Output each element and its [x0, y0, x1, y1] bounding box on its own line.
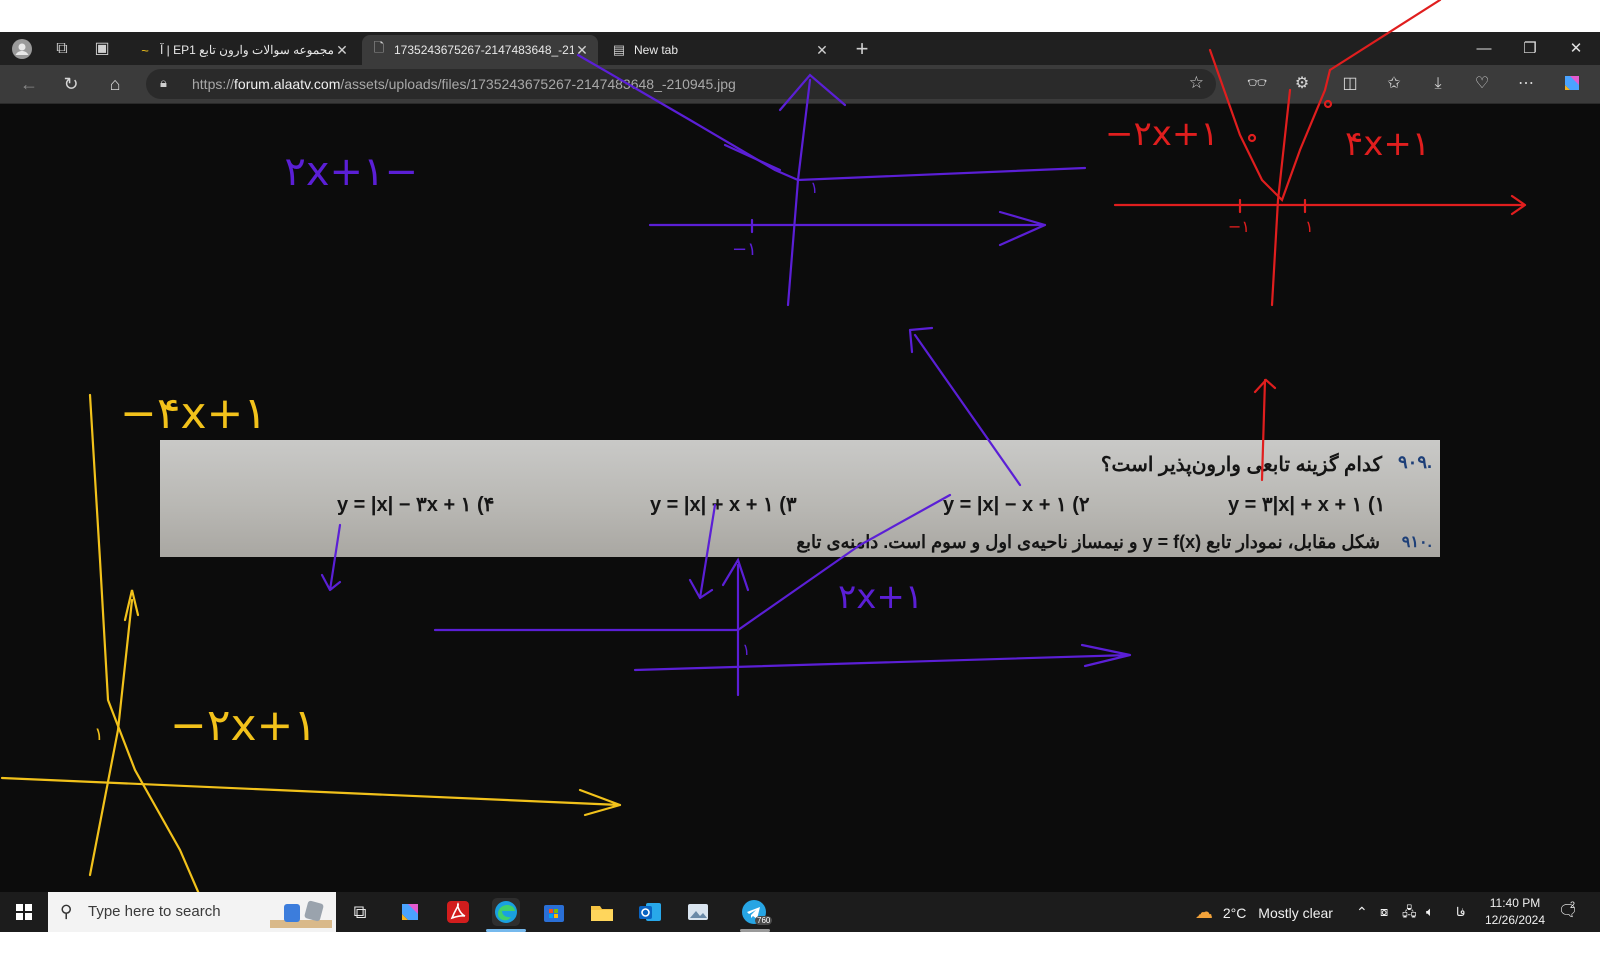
question-image: ۹۰۹. کدام گزینه تابعی وارون‌پذیر است؟ ۱)…	[160, 440, 1440, 557]
input-language[interactable]: فا	[1456, 892, 1465, 932]
tab-image[interactable]: 🗋 1735243675267-2147483648_-21... ✕	[362, 35, 598, 65]
vertical-tabs-icon[interactable]: ▣	[92, 39, 112, 59]
address-bar[interactable]: 🔒︎ https://forum.alaatv.com/assets/uploa…	[146, 69, 1216, 99]
notifications-icon[interactable]: 🗨︎ 2	[1558, 892, 1578, 932]
close-tab-icon[interactable]: ✕	[574, 42, 590, 59]
bottom-white-margin	[0, 932, 1600, 977]
search-icon: ⚲	[60, 902, 73, 921]
downloads-icon[interactable]: ⤓	[1424, 72, 1452, 96]
system-clock[interactable]: 11:40 PM 12/26/2024	[1480, 895, 1550, 929]
telegram-icon[interactable]: 760	[740, 898, 773, 932]
weather-moon-cloud-icon: ☁	[1195, 902, 1213, 922]
tab-title: New tab	[634, 43, 679, 57]
file-icon: 🗋	[373, 40, 385, 55]
newtab-icon: ▤	[612, 42, 626, 57]
notification-count-badge: 2	[1570, 900, 1576, 910]
weather-temperature: 2°C	[1222, 905, 1247, 921]
acrobat-icon[interactable]	[444, 898, 472, 926]
meet-now-icon[interactable]: ⧇	[1380, 892, 1388, 932]
browser-tab-bar: ⧉ ▣ ~ مجموعه سوالات وارون تابع EP1 | آل.…	[0, 32, 1600, 65]
edge-icon[interactable]	[486, 898, 526, 932]
tab-title: 1735243675267-2147483648_-21...	[394, 43, 574, 57]
clock-time: 11:40 PM	[1489, 896, 1541, 910]
photos-icon[interactable]	[684, 898, 712, 926]
windows-taskbar: ⚲ Type here to search ⧉ 760 ☁ 2°C Mostly	[0, 892, 1600, 932]
favorites-icon[interactable]: ✩	[1380, 72, 1408, 96]
taskbar-search-box[interactable]: ⚲ Type here to search	[48, 892, 336, 932]
browser-essentials-icon[interactable]: ♡	[1468, 72, 1496, 96]
close-tab-icon[interactable]: ✕	[814, 42, 830, 59]
question-title: کدام گزینه تابعی وارون‌پذیر است؟	[1100, 454, 1382, 476]
extensions-puzzle-icon[interactable]: ⚙	[1288, 72, 1316, 96]
new-tab-button[interactable]: +	[852, 38, 872, 60]
minimize-button[interactable]: —	[1462, 36, 1506, 62]
back-arrow-icon[interactable]: ←	[16, 72, 42, 96]
workspaces-icon[interactable]: ⧉	[52, 39, 72, 59]
option-1: ۱) y = ۳|x| + x + ۱	[1228, 494, 1386, 516]
search-placeholder: Type here to search	[88, 903, 221, 920]
url-domain: forum.alaatv.com	[234, 76, 341, 92]
task-view-icon[interactable]: ⧉	[346, 898, 374, 926]
refresh-icon[interactable]: ↻	[58, 72, 84, 96]
windows-start-button[interactable]	[0, 892, 48, 932]
volume-icon[interactable]: 🔈︎	[1426, 892, 1434, 932]
show-hidden-icons-chevron-icon[interactable]: ⌃	[1356, 892, 1368, 932]
weather-description: Mostly clear	[1258, 905, 1333, 921]
profile-avatar-icon[interactable]	[12, 39, 32, 59]
favorite-star-icon[interactable]: ☆	[1189, 73, 1204, 93]
search-highlight-illustration-icon	[270, 900, 332, 928]
file-explorer-icon[interactable]	[588, 898, 616, 926]
outlook-icon[interactable]	[636, 898, 664, 926]
copilot-icon[interactable]	[396, 898, 424, 926]
next-question-text: شکل مقابل، نمودار تابع y = f(x) و نیمساز…	[796, 532, 1380, 552]
close-tab-icon[interactable]: ✕	[334, 42, 350, 59]
close-window-button[interactable]: ✕	[1554, 36, 1598, 62]
option-2: ۲) y = |x| − x + ۱	[943, 494, 1090, 516]
more-options-icon[interactable]: ⋯	[1512, 72, 1540, 96]
url-prefix: https://	[192, 76, 235, 92]
lock-icon[interactable]: 🔒︎	[160, 75, 167, 91]
telegram-unread-badge: 760	[755, 916, 773, 925]
restore-button[interactable]: ❐	[1508, 36, 1552, 62]
copilot-sidebar-icon[interactable]	[1558, 72, 1586, 96]
weather-widget[interactable]: ☁ 2°C Mostly clear	[1195, 892, 1333, 932]
next-question-number: ۹۱۰.	[1401, 534, 1432, 551]
tab-title: مجموعه سوالات وارون تابع EP1 | آل...	[160, 43, 334, 57]
store-icon[interactable]	[540, 898, 568, 926]
home-icon[interactable]: ⌂	[102, 72, 128, 96]
clock-date: 12/26/2024	[1484, 913, 1546, 927]
option-3: ۳) y = |x| + x + ۱	[650, 494, 797, 516]
extension-icon[interactable]: 👓︎	[1243, 72, 1271, 96]
browser-toolbar: ← ↻ ⌂ 🔒︎ https://forum.alaatv.com/assets…	[0, 65, 1600, 104]
top-white-margin	[0, 0, 1600, 32]
split-screen-icon[interactable]: ◫	[1336, 72, 1364, 96]
option-4: ۴) y = |x| − ۳x + ۱	[337, 494, 495, 516]
alaa-icon: ~	[141, 42, 149, 58]
windows-logo-icon	[16, 904, 32, 920]
url-text[interactable]: https://forum.alaatv.com/assets/uploads/…	[192, 76, 736, 92]
tab-alaa[interactable]: ~ مجموعه سوالات وارون تابع EP1 | آل... ✕	[128, 35, 358, 65]
question-number: ۹۰۹.	[1397, 452, 1432, 472]
url-path: /assets/uploads/files/1735243675267-2147…	[340, 76, 736, 92]
network-icon[interactable]: 🖧︎	[1402, 892, 1417, 932]
tab-new-tab[interactable]: ▤ New tab ✕	[602, 35, 838, 65]
